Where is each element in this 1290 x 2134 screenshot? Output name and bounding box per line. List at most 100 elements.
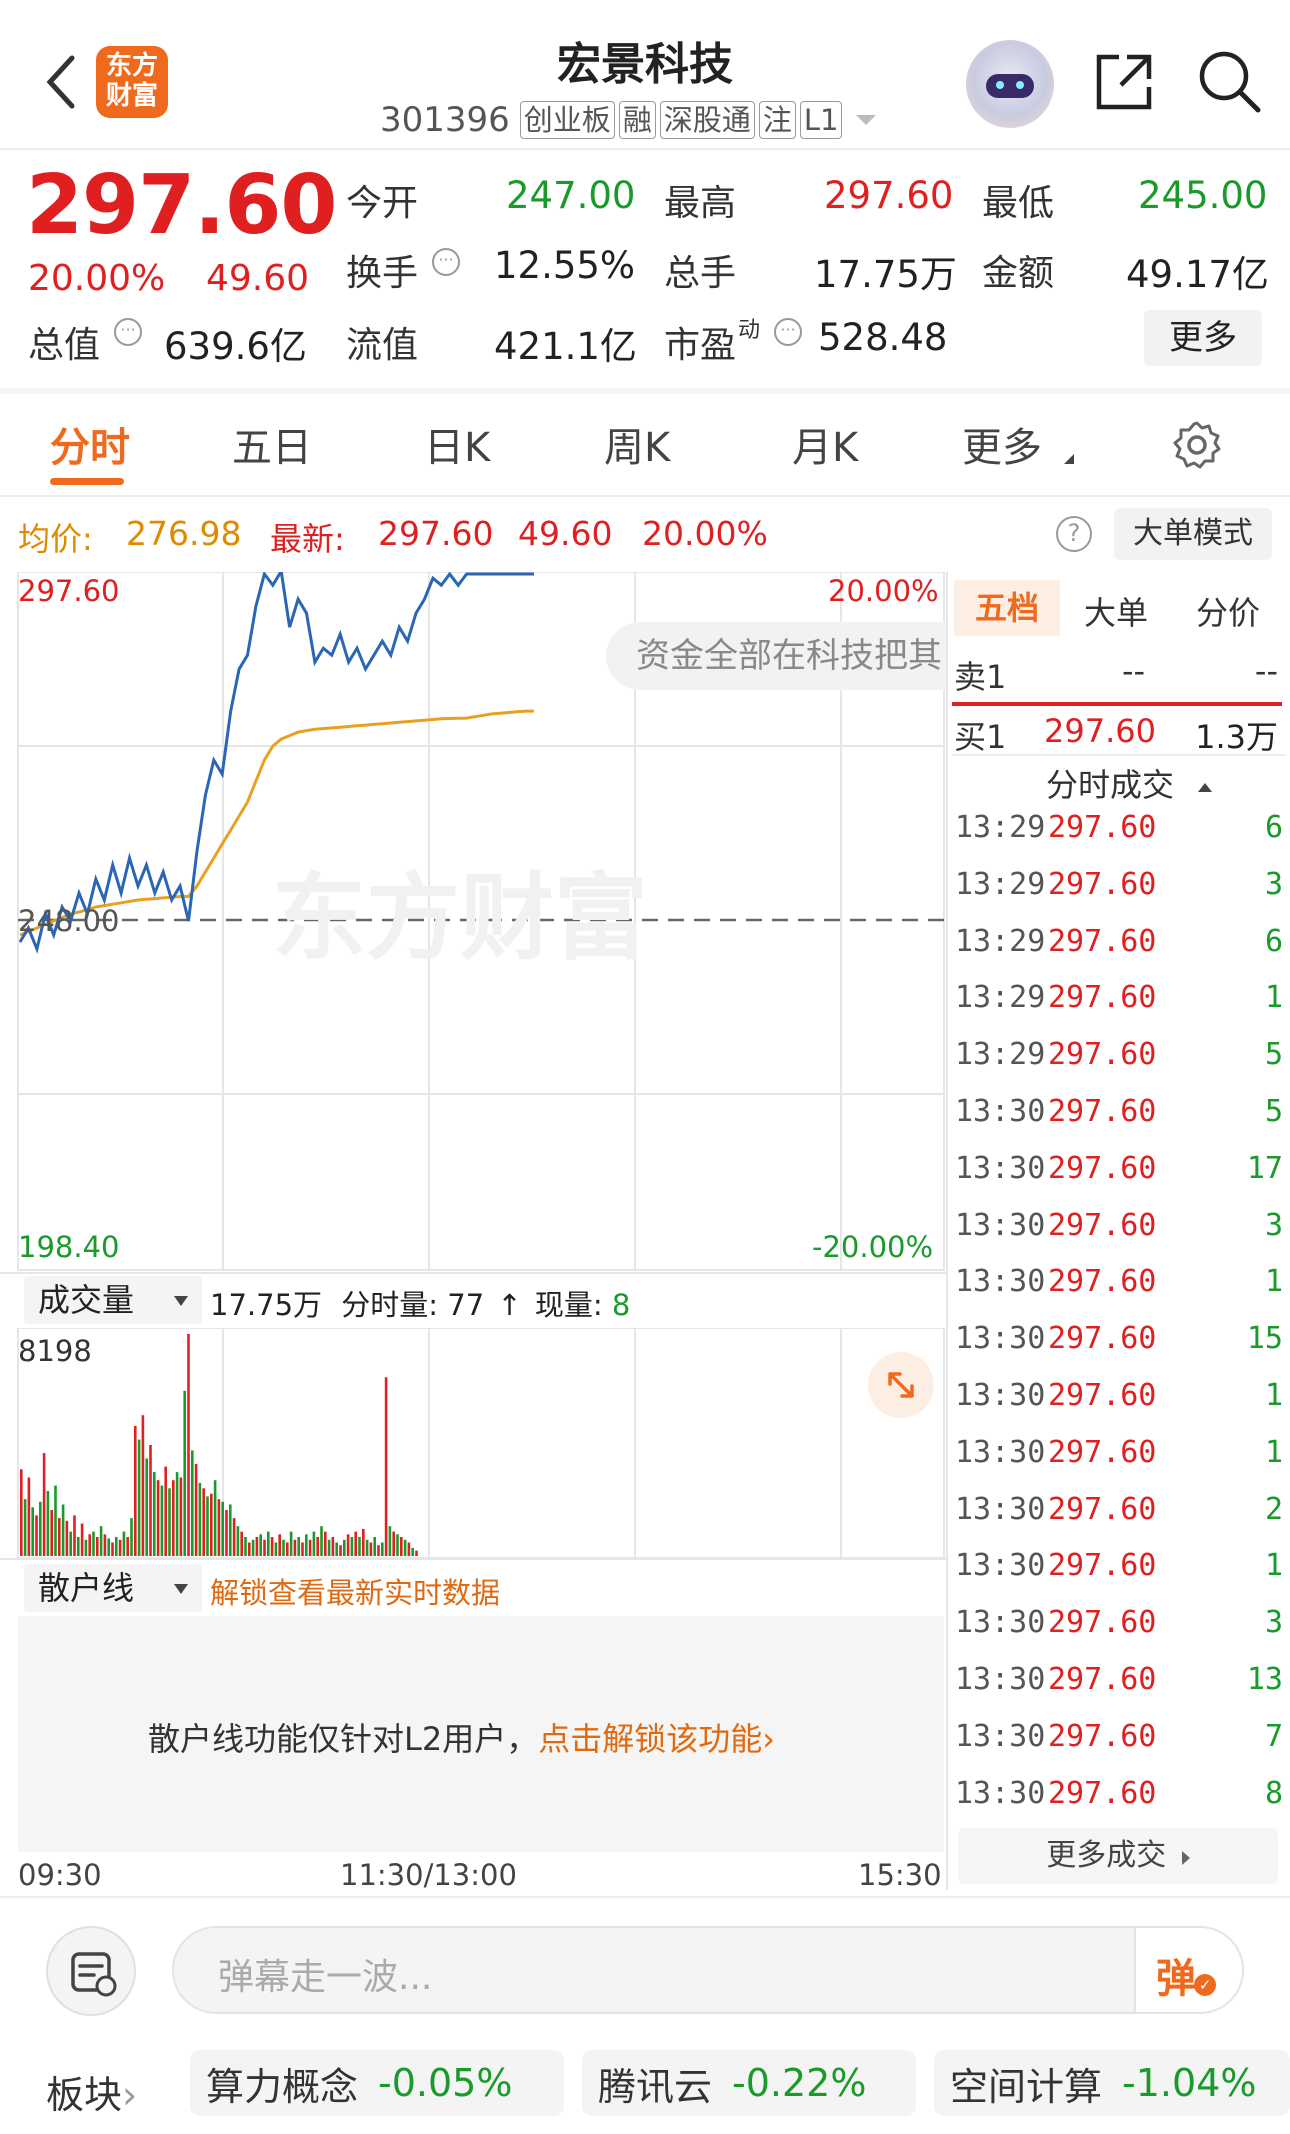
help-icon[interactable]: ? [1056, 516, 1092, 552]
volume-bar [346, 1534, 350, 1556]
danmaku-send-label: 弹 [1156, 1956, 1196, 2002]
chevron-down-icon[interactable] [856, 115, 877, 125]
tick-time: 13:29 [955, 810, 1046, 845]
caret-down-icon [174, 1296, 188, 1306]
news-banner-text: 资金全部在科技把其 [636, 636, 942, 676]
volume-bar [210, 1493, 213, 1556]
retail-indicator-select[interactable]: 散户线 [24, 1564, 202, 1612]
volume-bar [206, 1496, 209, 1556]
low-label: 最低 [982, 183, 1055, 224]
big-order-mode-button[interactable]: 大单模式 [1114, 508, 1272, 560]
ticks-title[interactable]: 分时成交 [1046, 760, 1213, 806]
volume-bar [107, 1538, 110, 1556]
low-value: 245.00 [1138, 174, 1268, 217]
tab-price-distribution[interactable]: 分价 [1196, 588, 1260, 634]
volume-bar [324, 1531, 327, 1556]
volume-bar [320, 1526, 323, 1556]
volume-bar [88, 1534, 91, 1556]
volume-indicator-select[interactable]: 成交量 [24, 1276, 202, 1324]
news-banner[interactable]: 资金全部在科技把其 [606, 622, 946, 690]
info-icon[interactable]: ··· [774, 318, 802, 346]
volume-bar [335, 1542, 338, 1556]
x-label-close: 15:30 [858, 1858, 942, 1892]
tick-time: 13:30 [955, 1718, 1046, 1754]
tag-connect: 深股通 [659, 101, 755, 139]
volume-bar [27, 1477, 31, 1556]
tab-five-levels[interactable]: 五档 [954, 580, 1060, 636]
more-quote-button[interactable]: 更多 [1144, 310, 1262, 366]
volume-value: 17.75万 [814, 253, 957, 296]
tick-volume: 3 [1264, 866, 1283, 902]
info-icon[interactable]: ··· [432, 248, 460, 276]
sector-item[interactable]: 腾讯云 -0.22% [582, 2050, 916, 2116]
retail-unlock-link[interactable]: 解锁查看最新实时数据 [210, 1570, 500, 1612]
volume-bar [221, 1501, 224, 1556]
robot-assistant-icon[interactable] [966, 40, 1054, 128]
tick-volume: 5 [1264, 1037, 1283, 1073]
tick-row: 13:30 297.60 1 [955, 1548, 1283, 1604]
tick-volume: 1 [1264, 980, 1283, 1016]
tab-big-orders[interactable]: 大单 [1084, 588, 1148, 634]
sector-item[interactable]: 算力概念 -0.05% [190, 2050, 564, 2116]
tab-intraday[interactable]: 分时 [50, 415, 130, 473]
volume-bar [354, 1531, 357, 1556]
volume-bar [381, 1542, 384, 1556]
volume-bar [236, 1526, 240, 1556]
volume-bar [305, 1534, 308, 1556]
tick-price: 297.60 [1048, 1718, 1157, 1754]
volume-bar [369, 1542, 373, 1556]
minute-volume-label: 分时量: [341, 1288, 439, 1322]
volume-bar [23, 1499, 27, 1556]
volume-bar [149, 1445, 152, 1556]
tick-price: 297.60 [1048, 1662, 1157, 1697]
volume-bar-chart[interactable] [0, 1328, 946, 1558]
volume-bar [58, 1518, 61, 1556]
volume-bar [270, 1537, 274, 1556]
float-value: 421.1亿 [494, 325, 637, 368]
volume-bar [73, 1515, 76, 1556]
tab-more[interactable]: 更多 [962, 415, 1042, 473]
tab-monthly-k[interactable]: 月K [792, 415, 858, 473]
gear-icon[interactable] [1170, 418, 1224, 472]
volume-bar [289, 1531, 293, 1556]
check-badge-icon: ✓ [1194, 1974, 1216, 1996]
volume-bar [111, 1542, 114, 1556]
tab-active-indicator [50, 478, 124, 485]
share-icon[interactable] [1092, 50, 1156, 114]
info-icon[interactable]: ··· [114, 318, 142, 346]
tick-price: 297.60 [1048, 1037, 1157, 1073]
volume-bar [373, 1537, 376, 1556]
tick-volume: 15 [1246, 1321, 1283, 1357]
tab-weekly-k[interactable]: 周K [604, 415, 670, 473]
tab-five-day[interactable]: 五日 [232, 415, 312, 473]
retail-message-link[interactable]: 点击解锁该功能 [538, 1720, 762, 1758]
tab-daily-k[interactable]: 日K [424, 415, 490, 473]
tick-time: 13:30 [955, 1094, 1046, 1129]
tick-row: 13:30 297.60 3 [955, 1208, 1283, 1264]
volume-bar [350, 1537, 354, 1556]
tick-time: 13:30 [955, 1378, 1046, 1413]
danmaku-toggle-icon[interactable] [46, 1926, 136, 2016]
latest-change: 49.60 [518, 514, 613, 553]
divider [952, 754, 1286, 756]
danmaku-send-button[interactable]: 弹 ✓ [1134, 1926, 1244, 2014]
volume-bar [251, 1539, 255, 1556]
volume-bar [179, 1477, 183, 1556]
volume-bar [248, 1542, 251, 1556]
sector-label[interactable]: 板块› [46, 2064, 137, 2119]
tick-volume: 1 [1264, 1378, 1283, 1413]
danmaku-input[interactable]: 弹幕走一波... 弹 ✓ [172, 1926, 1244, 2014]
volume-bar [400, 1537, 403, 1556]
volume-bar [175, 1472, 179, 1556]
expand-icon[interactable] [868, 1352, 934, 1418]
volume-bar [282, 1539, 285, 1556]
volume-bar [31, 1507, 34, 1556]
more-ticks-button[interactable]: 更多成交 [958, 1828, 1278, 1884]
sector-item[interactable]: 空间计算 -1.04% [934, 2050, 1290, 2116]
volume-bar [134, 1426, 137, 1556]
search-icon[interactable] [1196, 48, 1262, 114]
volume-bar [145, 1458, 148, 1556]
volume-bar [160, 1485, 164, 1556]
tag-level: L1 [799, 101, 843, 139]
tick-price: 297.60 [1048, 923, 1157, 959]
